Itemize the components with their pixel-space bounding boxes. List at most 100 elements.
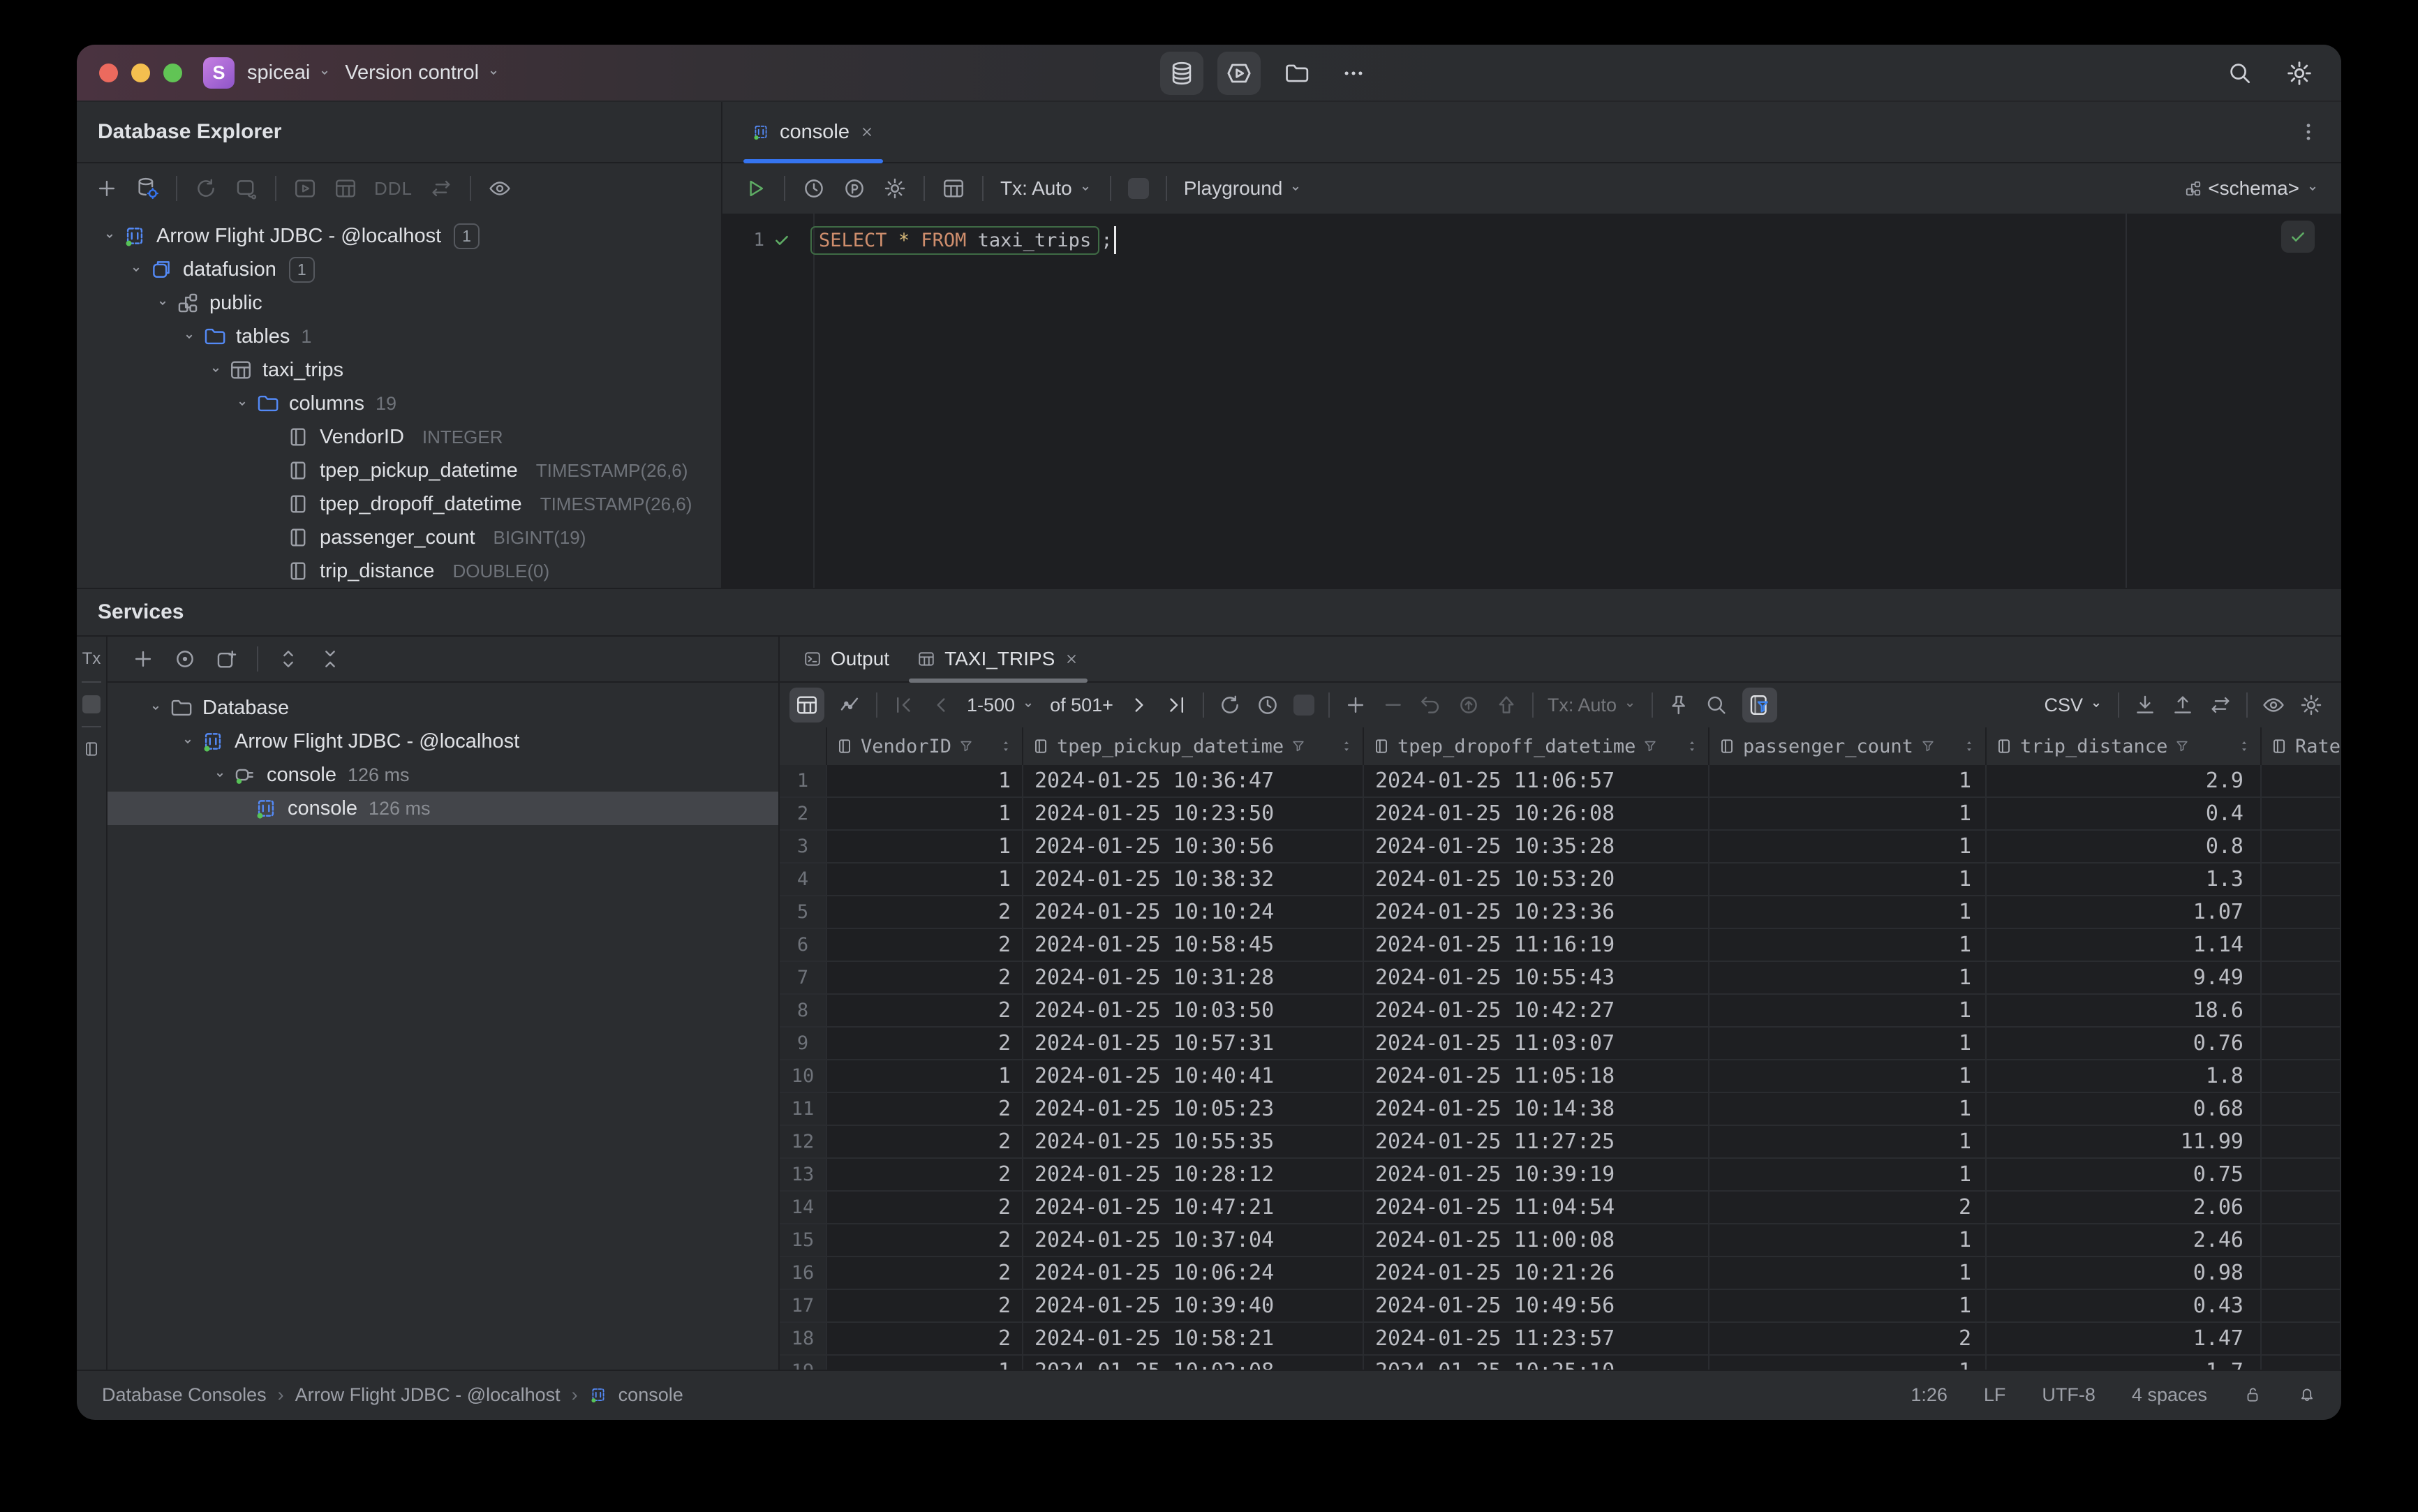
run-console-button[interactable]	[1217, 52, 1261, 95]
cell-trip-distance[interactable]: 1.3	[1987, 864, 2262, 896]
cell-trip-distance[interactable]: 0.8	[1987, 831, 2262, 864]
cell-dropoff-datetime[interactable]: 2024-01-25 10:49:56	[1364, 1290, 1709, 1323]
view-options-eye-icon[interactable]	[488, 177, 512, 200]
cell-rate[interactable]	[2262, 1224, 2341, 1257]
cell-passenger-count[interactable]: 1	[1709, 1028, 1987, 1060]
chart-view-icon[interactable]	[838, 693, 862, 717]
table-row[interactable]: 8 2 2024-01-25 10:03:50 2024-01-25 10:42…	[780, 995, 2341, 1028]
filter-funnel-icon[interactable]	[1291, 739, 1306, 754]
cell-dropoff-datetime[interactable]: 2024-01-25 10:25:10	[1364, 1356, 1709, 1370]
sort-icon[interactable]	[1339, 739, 1354, 754]
filter-funnel-icon[interactable]	[1920, 739, 1936, 754]
cell-rate[interactable]	[2262, 995, 2341, 1028]
cell-passenger-count[interactable]: 1	[1709, 929, 1987, 962]
cell-passenger-count[interactable]: 2	[1709, 1192, 1987, 1224]
stop-process-button[interactable]	[82, 695, 101, 713]
cell-pickup-datetime[interactable]: 2024-01-25 10:40:41	[1023, 1060, 1364, 1093]
cell-dropoff-datetime[interactable]: 2024-01-25 11:05:18	[1364, 1060, 1709, 1093]
service-item-datasource[interactable]: Arrow Flight JDBC - @localhost	[107, 725, 778, 758]
add-service-icon[interactable]	[131, 647, 155, 671]
stop-button[interactable]	[1127, 178, 1149, 199]
tree-item-column[interactable]: tpep_pickup_datetime TIMESTAMP(26,6)	[77, 454, 721, 487]
corner-cell[interactable]	[780, 727, 827, 765]
cell-trip-distance[interactable]: 0.43	[1987, 1290, 2262, 1323]
cell-dropoff-datetime[interactable]: 2024-01-25 11:23:57	[1364, 1323, 1709, 1356]
cell-trip-distance[interactable]: 2.9	[1987, 765, 2262, 798]
cell-pickup-datetime[interactable]: 2024-01-25 10:10:24	[1023, 896, 1364, 929]
cell-rate[interactable]	[2262, 1290, 2341, 1323]
table-row[interactable]: 2 1 2024-01-25 10:23:50 2024-01-25 10:26…	[780, 798, 2341, 831]
swap-source-icon[interactable]	[429, 177, 453, 200]
breadcrumb-item[interactable]: Database Consoles	[102, 1384, 267, 1406]
column-header-trip-distance[interactable]: trip_distance	[1987, 727, 2262, 765]
previous-page-icon[interactable]	[929, 693, 953, 717]
cell-vendorid[interactable]: 2	[827, 1028, 1023, 1060]
tx-mode-selector[interactable]: Tx: Auto	[1548, 695, 1638, 716]
run-icon[interactable]	[743, 177, 767, 200]
tree-item-database[interactable]: datafusion 1	[77, 253, 721, 286]
unlock-icon[interactable]	[2243, 1386, 2262, 1404]
column-header-dropoff[interactable]: tpep_dropoff_datetime	[1364, 727, 1709, 765]
ddl-button[interactable]: DDL	[374, 178, 413, 200]
filter-panel-button[interactable]	[1742, 688, 1777, 722]
cell-vendorid[interactable]: 1	[827, 1356, 1023, 1370]
tab-taxi-trips[interactable]: TAXI_TRIPS	[903, 637, 1093, 683]
sort-icon[interactable]	[2237, 739, 2252, 754]
cell-passenger-count[interactable]: 1	[1709, 962, 1987, 995]
compare-swap-icon[interactable]	[2209, 693, 2232, 717]
tree-item-columns-folder[interactable]: columns 19	[77, 387, 721, 420]
next-page-icon[interactable]	[1127, 693, 1151, 717]
cell-pickup-datetime[interactable]: 2024-01-25 10:28:12	[1023, 1159, 1364, 1192]
column-header-pickup[interactable]: tpep_pickup_datetime	[1023, 727, 1364, 765]
cell-passenger-count[interactable]: 1	[1709, 1257, 1987, 1290]
cell-vendorid[interactable]: 2	[827, 1093, 1023, 1126]
sort-icon[interactable]	[998, 739, 1014, 754]
cell-rate[interactable]	[2262, 896, 2341, 929]
chevron-down-icon[interactable]	[235, 396, 250, 411]
close-icon[interactable]	[859, 124, 875, 140]
cell-passenger-count[interactable]: 1	[1709, 831, 1987, 864]
cell-vendorid[interactable]: 1	[827, 765, 1023, 798]
cell-trip-distance[interactable]: 9.49	[1987, 962, 2262, 995]
cell-passenger-count[interactable]: 1	[1709, 1093, 1987, 1126]
cell-rate[interactable]	[2262, 1028, 2341, 1060]
cell-passenger-count[interactable]: 1	[1709, 1356, 1987, 1370]
notifications-bell-icon[interactable]	[2298, 1386, 2316, 1404]
cell-dropoff-datetime[interactable]: 2024-01-25 11:04:54	[1364, 1192, 1709, 1224]
table-row[interactable]: 18 2 2024-01-25 10:58:21 2024-01-25 11:2…	[780, 1323, 2341, 1356]
breadcrumb-item[interactable]: Arrow Flight JDBC - @localhost	[295, 1384, 561, 1406]
project-files-button[interactable]	[1275, 52, 1318, 95]
open-editor-icon[interactable]	[293, 177, 317, 200]
new-console-icon[interactable]	[235, 177, 258, 200]
cell-dropoff-datetime[interactable]: 2024-01-25 10:26:08	[1364, 798, 1709, 831]
cell-passenger-count[interactable]: 2	[1709, 1323, 1987, 1356]
version-control-menu[interactable]: Version control	[345, 61, 501, 84]
close-window-button[interactable]	[99, 63, 118, 82]
more-actions-button[interactable]	[1332, 52, 1375, 95]
cell-pickup-datetime[interactable]: 2024-01-25 10:06:24	[1023, 1257, 1364, 1290]
table-row[interactable]: 15 2 2024-01-25 10:37:04 2024-01-25 11:0…	[780, 1224, 2341, 1257]
cell-trip-distance[interactable]: 0.4	[1987, 798, 2262, 831]
tree-item-column[interactable]: VendorID INTEGER	[77, 420, 721, 454]
chevron-down-icon[interactable]	[128, 262, 144, 277]
file-encoding[interactable]: UTF-8	[2042, 1384, 2096, 1406]
playground-selector[interactable]: Playground	[1184, 177, 1304, 200]
cell-pickup-datetime[interactable]: 2024-01-25 10:39:40	[1023, 1290, 1364, 1323]
chevron-down-icon[interactable]	[102, 228, 117, 244]
cell-vendorid[interactable]: 2	[827, 929, 1023, 962]
line-ending[interactable]: LF	[1984, 1384, 2006, 1406]
table-row[interactable]: 16 2 2024-01-25 10:06:24 2024-01-25 10:2…	[780, 1257, 2341, 1290]
grid-settings-gear-icon[interactable]	[2299, 693, 2323, 717]
cell-dropoff-datetime[interactable]: 2024-01-25 11:16:19	[1364, 929, 1709, 962]
cell-dropoff-datetime[interactable]: 2024-01-25 11:03:07	[1364, 1028, 1709, 1060]
cell-pickup-datetime[interactable]: 2024-01-25 10:02:08	[1023, 1356, 1364, 1370]
cell-trip-distance[interactable]: 2.06	[1987, 1192, 2262, 1224]
zoom-window-button[interactable]	[163, 63, 182, 82]
cell-rate[interactable]	[2262, 1093, 2341, 1126]
tree-item-schema[interactable]: public	[77, 286, 721, 320]
cell-dropoff-datetime[interactable]: 2024-01-25 11:00:08	[1364, 1224, 1709, 1257]
cell-vendorid[interactable]: 2	[827, 995, 1023, 1028]
chevron-down-icon[interactable]	[212, 767, 228, 783]
view-options-icon[interactable]	[173, 647, 197, 671]
export-download-icon[interactable]	[2133, 693, 2157, 717]
